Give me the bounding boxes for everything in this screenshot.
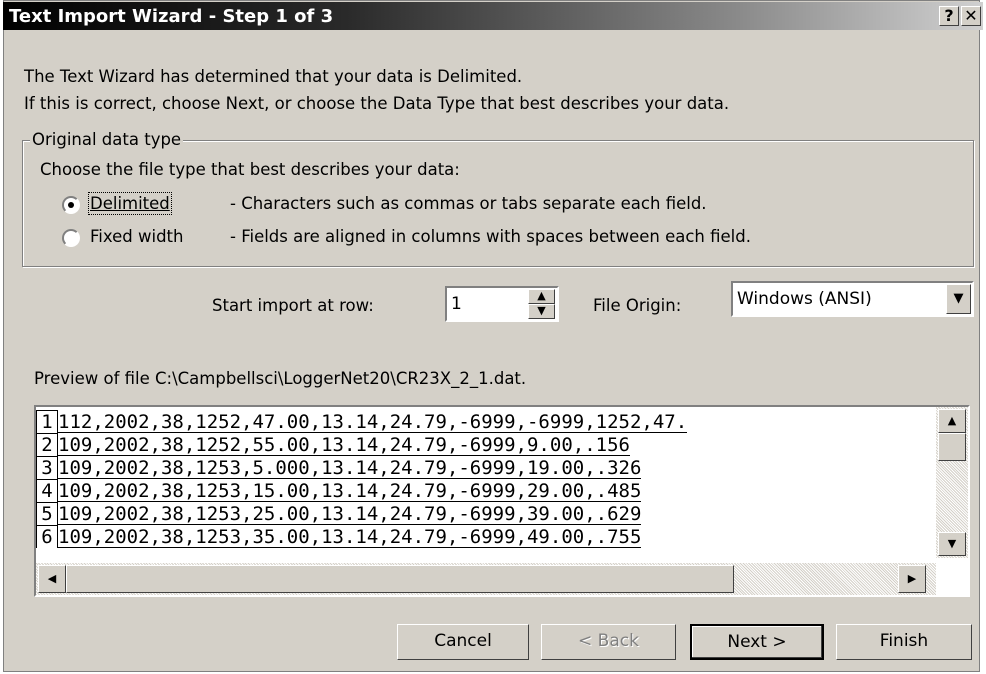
line-number: 3 — [36, 456, 58, 479]
preview-row: 4 109,2002,38,1253,15.00,13.14,24.79,-699… — [36, 479, 642, 502]
radio-selected-dot — [68, 202, 74, 208]
vertical-scroll-thumb[interactable] — [938, 433, 966, 461]
fixed-width-description: - Fields are aligned in columns with spa… — [230, 227, 751, 246]
spin-up-icon[interactable]: ▲ — [528, 289, 555, 304]
preview-pane[interactable]: 1 112,2002,38,1252,47.00,13.14,24.79,-699… — [34, 405, 970, 597]
cancel-button[interactable]: Cancel — [397, 624, 529, 660]
file-origin-select[interactable]: Windows (ANSI) — [731, 281, 974, 317]
delimited-radio[interactable] — [62, 196, 80, 214]
intro-line-1: The Text Wizard has determined that your… — [24, 67, 523, 86]
preview-label: Preview of file C:\Campbellsci\LoggerNet… — [34, 369, 527, 388]
preview-row: 6 109,2002,38,1253,35.00,13.14,24.79,-699… — [36, 525, 642, 548]
line-number: 6 — [36, 525, 58, 548]
back-button[interactable]: < Back — [541, 624, 676, 660]
row-text: 109,2002,38,1253,15.00,13.14,24.79,-6999… — [58, 480, 642, 502]
row-text: 109,2002,38,1253,35.00,13.14,24.79,-6999… — [58, 526, 642, 548]
intro-line-2: If this is correct, choose Next, or choo… — [24, 94, 730, 113]
finish-button[interactable]: Finish — [836, 624, 972, 660]
group-legend: Original data type — [30, 130, 184, 149]
row-text: 109,2002,38,1253,5.000,13.14,24.79,-6999… — [58, 457, 642, 479]
scroll-left-icon[interactable]: ◀ — [38, 565, 66, 593]
fixed-width-radio[interactable] — [62, 229, 80, 247]
line-number: 1 — [36, 410, 58, 433]
fixed-width-label[interactable]: Fixed width — [90, 227, 183, 246]
help-button[interactable]: ? — [939, 6, 959, 26]
scroll-down-icon[interactable]: ▼ — [938, 532, 966, 556]
preview-row: 1 112,2002,38,1252,47.00,13.14,24.79,-699… — [36, 410, 688, 433]
spin-down-icon[interactable]: ▼ — [528, 304, 555, 319]
row-text: 109,2002,38,1252,55.00,13.14,24.79,-6999… — [58, 434, 630, 456]
window-title: Text Import Wizard - Step 1 of 3 — [9, 6, 334, 27]
line-number: 2 — [36, 433, 58, 456]
line-number: 5 — [36, 502, 58, 525]
scroll-up-icon[interactable]: ▲ — [938, 409, 966, 433]
delimited-description: - Characters such as commas or tabs sepa… — [230, 194, 707, 213]
scroll-right-icon[interactable]: ▶ — [898, 565, 926, 593]
horizontal-scroll-thumb[interactable] — [66, 565, 734, 593]
preview-row: 5 109,2002,38,1253,25.00,13.14,24.79,-699… — [36, 502, 642, 525]
line-number: 4 — [36, 479, 58, 502]
preview-row: 2 109,2002,38,1252,55.00,13.14,24.79,-699… — [36, 433, 630, 456]
row-text: 109,2002,38,1253,25.00,13.14,24.79,-6999… — [58, 503, 642, 525]
preview-row: 3 109,2002,38,1253,5.000,13.14,24.79,-699… — [36, 456, 642, 479]
group-prompt: Choose the file type that best describes… — [40, 160, 460, 179]
file-origin-dropdown-icon[interactable]: ▼ — [946, 284, 971, 314]
row-text: 112,2002,38,1252,47.00,13.14,24.79,-6999… — [58, 411, 688, 433]
next-button[interactable]: Next > — [690, 624, 824, 660]
title-bar: Text Import Wizard - Step 1 of 3 ? ✕ — [3, 2, 983, 30]
start-row-label: Start import at row: — [212, 296, 374, 315]
delimited-label[interactable]: Delimited — [88, 192, 172, 215]
file-origin-label: File Origin: — [593, 296, 682, 315]
close-button[interactable]: ✕ — [961, 6, 981, 26]
